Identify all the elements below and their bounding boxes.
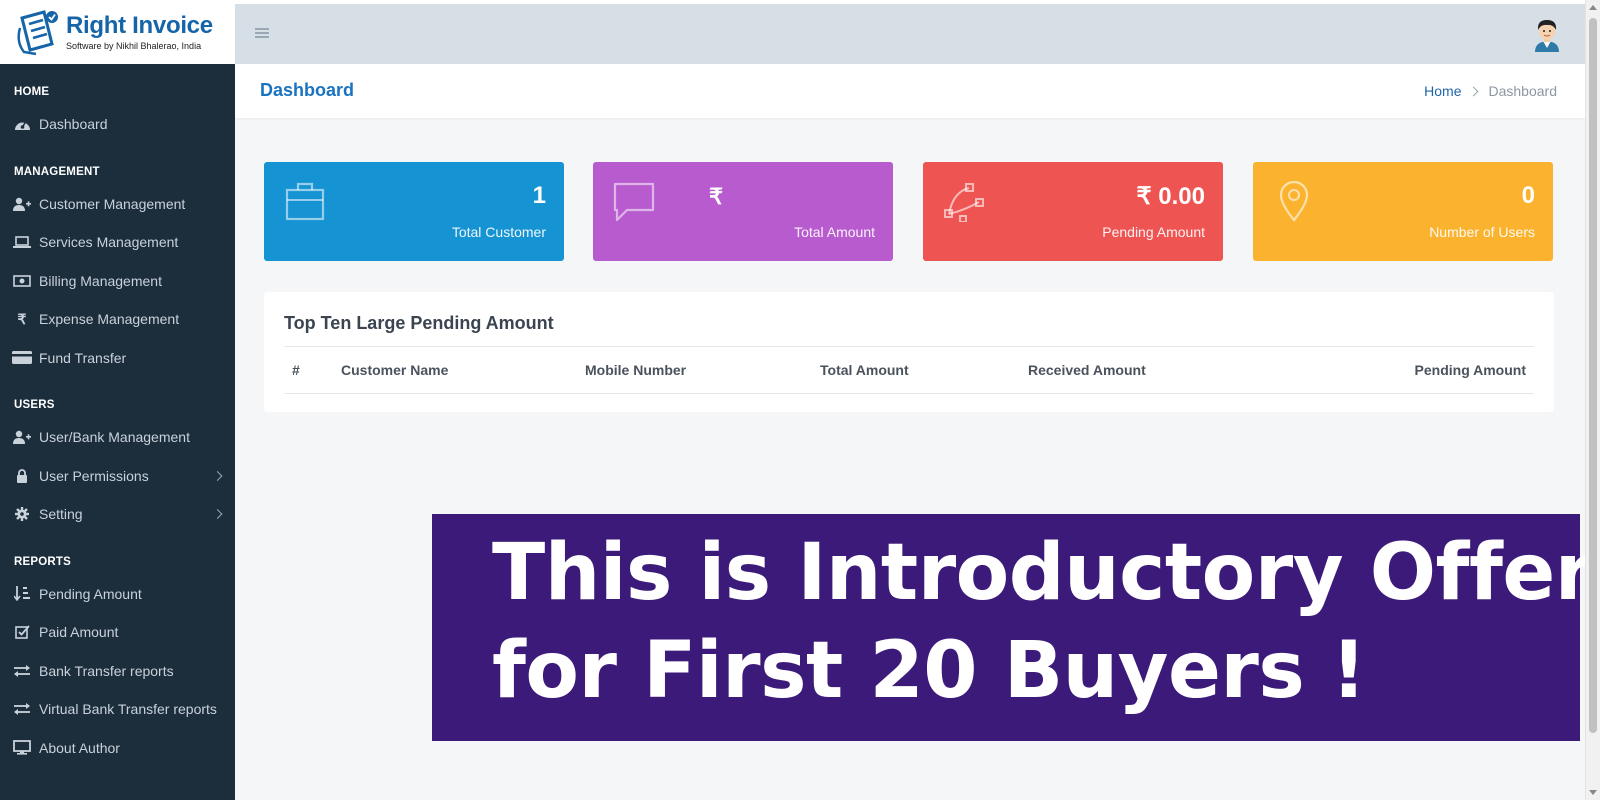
sidebar-item-billing-management[interactable]: Billing Management (0, 262, 235, 301)
table-header-row: # Customer Name Mobile Number Total Amou… (284, 347, 1534, 394)
sidebar-item-dashboard[interactable]: Dashboard (0, 105, 235, 144)
money-icon (12, 273, 32, 289)
breadcrumb-current: Dashboard (1488, 83, 1558, 99)
lock-icon (12, 468, 32, 484)
stat-value: ₹ (709, 184, 723, 209)
rupee-icon: ₹ (17, 310, 27, 327)
column-header-index[interactable]: # (292, 362, 300, 378)
sidebar-item-user-permissions[interactable]: User Permissions (0, 457, 235, 496)
sidebar-item-expense-management[interactable]: ₹ Expense Management (0, 300, 235, 339)
sidebar-item-user-bank-management[interactable]: User/Bank Management (0, 418, 235, 457)
sidebar-item-label: Customer Management (39, 195, 186, 212)
column-header-total-amount[interactable]: Total Amount (820, 362, 909, 378)
brand[interactable]: Right Invoice Software by Nikhil Bhalera… (0, 0, 235, 64)
brand-title: Right Invoice (66, 12, 213, 39)
stat-card-total-customer[interactable]: 1 Total Customer (264, 162, 564, 261)
sidebar-item-label: Bank Transfer reports (39, 662, 174, 679)
sidebar-item-paid-amount[interactable]: Paid Amount (0, 613, 235, 652)
chevron-right-icon (1468, 86, 1478, 96)
vertical-scrollbar[interactable] (1585, 0, 1600, 800)
sidebar-item-label: Expense Management (39, 311, 180, 328)
sidebar-item-label: Paid Amount (39, 624, 119, 641)
exchange-icon (12, 663, 32, 679)
sidebar-item-label: Fund Transfer (39, 349, 127, 366)
stat-label: Pending Amount (1102, 224, 1205, 240)
vector-icon (943, 180, 985, 223)
sidebar-item-bank-transfer-reports[interactable]: Bank Transfer reports (0, 652, 235, 691)
chevron-right-icon (212, 509, 223, 520)
column-header-received-amount[interactable]: Received Amount (1028, 362, 1146, 378)
sidebar-item-virtual-bank-transfer-reports[interactable]: Virtual Bank Transfer reports (0, 690, 235, 729)
promo-line-2: for First 20 Buyers ! (492, 626, 1367, 716)
pending-amount-table-panel: Top Ten Large Pending Amount # Customer … (264, 292, 1554, 412)
promo-line-1: This is Introductory Offer (492, 528, 1593, 618)
sidebar-item-customer-management[interactable]: Customer Management (0, 185, 235, 224)
scroll-up-arrow-icon[interactable] (1589, 5, 1597, 10)
sidebar-item-label: User Permissions (39, 467, 149, 484)
sidebar-item-pending-amount[interactable]: Pending Amount (0, 575, 235, 614)
stat-value: 0 (1521, 182, 1535, 209)
sidebar-item-label: Billing Management (39, 272, 162, 289)
chevron-right-icon (212, 470, 223, 481)
section-users: USERS (14, 399, 55, 411)
column-header-customer-name[interactable]: Customer Name (341, 362, 448, 378)
breadcrumb: Home Dashboard (1424, 83, 1557, 99)
stat-label: Total Amount (794, 224, 875, 240)
scrollbar-thumb[interactable] (1589, 18, 1597, 733)
breadcrumb-home-link[interactable]: Home (1424, 83, 1461, 99)
sidebar-item-fund-transfer[interactable]: Fund Transfer (0, 339, 235, 378)
dashboard-icon (12, 116, 32, 132)
panel-title: Top Ten Large Pending Amount (284, 313, 554, 333)
scroll-down-arrow-icon[interactable] (1589, 790, 1597, 795)
sidebar-item-label: Virtual Bank Transfer reports (39, 701, 217, 718)
sidebar-menu: HOME Dashboard MANAGEMENT Customer Manag… (0, 64, 235, 767)
user-avatar[interactable] (1531, 18, 1563, 52)
app-window: Right Invoice Software by Nikhil Bhalera… (0, 0, 1600, 800)
stat-card-number-of-users[interactable]: 0 Number of Users (1253, 162, 1553, 261)
sidebar-item-about-author[interactable]: About Author (0, 729, 235, 768)
sort-numeric-icon (12, 586, 32, 602)
menu-toggle-icon[interactable] (255, 28, 269, 38)
exchange-icon (12, 701, 32, 717)
sidebar-item-setting[interactable]: Setting (0, 495, 235, 534)
sidebar-item-label: Setting (39, 506, 83, 523)
stat-label: Number of Users (1429, 224, 1535, 240)
sidebar-item-label: User/Bank Management (39, 429, 190, 446)
briefcase-icon (284, 180, 326, 222)
brand-subtitle: Software by Nikhil Bhalerao, India (66, 41, 202, 51)
stat-value: 1 (532, 182, 546, 209)
sidebar-item-label: Dashboard (39, 116, 108, 133)
card-icon (12, 350, 32, 366)
promo-banner: This is Introductory Offer for First 20 … (432, 514, 1593, 741)
user-add-icon (12, 196, 32, 212)
stat-card-total-amount[interactable]: ₹ Total Amount (593, 162, 893, 261)
column-header-mobile-number[interactable]: Mobile Number (585, 362, 686, 378)
page-title: Dashboard (260, 80, 355, 100)
invoice-logo-icon (14, 8, 60, 56)
column-header-pending-amount[interactable]: Pending Amount (1415, 362, 1526, 378)
top-navbar (235, 0, 1585, 64)
stat-card-pending-amount[interactable]: ₹ 0.00 Pending Amount (923, 162, 1223, 261)
comment-icon (613, 180, 655, 222)
section-management: MANAGEMENT (14, 165, 100, 178)
sidebar-item-services-management[interactable]: Services Management (0, 223, 235, 262)
sidebar-item-label: Pending Amount (39, 585, 142, 602)
sidebar: Right Invoice Software by Nikhil Bhalera… (0, 0, 235, 800)
laptop-icon (12, 234, 32, 250)
sidebar-item-label: About Author (39, 739, 120, 756)
map-pin-icon (1273, 180, 1315, 222)
monitor-icon (12, 740, 32, 756)
stat-value: ₹ 0.00 (1136, 183, 1205, 210)
stat-label: Total Customer (451, 224, 546, 240)
stat-cards: 1 Total Customer ₹ Total Amount ₹ 0.00 P… (264, 162, 1554, 261)
page-header: Dashboard Home Dashboard (235, 64, 1585, 118)
sidebar-item-label: Services Management (39, 234, 179, 251)
section-home: HOME (14, 86, 50, 98)
checkbox-icon (12, 624, 32, 640)
gear-icon (12, 506, 32, 522)
section-reports: REPORTS (14, 555, 71, 568)
user-add-icon (12, 429, 32, 445)
